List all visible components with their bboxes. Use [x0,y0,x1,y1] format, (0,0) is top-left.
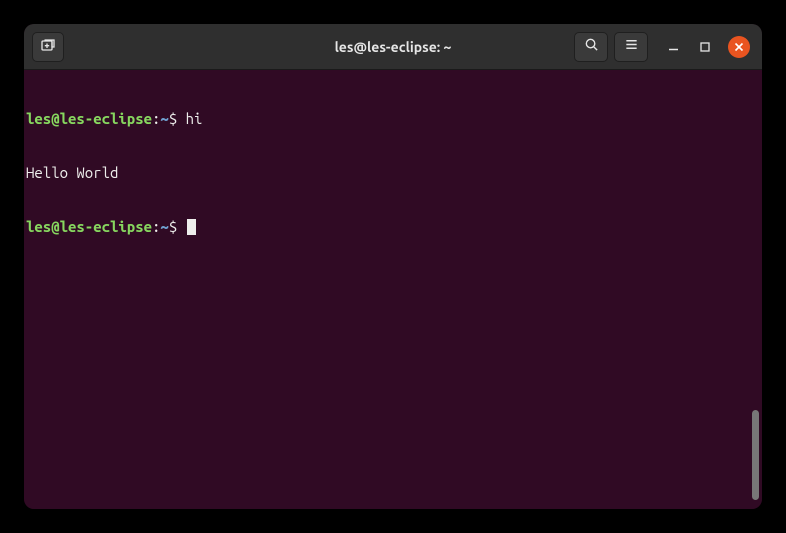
terminal-body[interactable]: les@les-eclipse:~$ hi Hello World les@le… [24,70,762,509]
new-tab-icon [40,37,56,57]
close-icon [734,38,744,56]
hamburger-icon [624,37,639,56]
window-title: les@les-eclipse: ~ [335,39,452,55]
prompt-user: les@les-eclipse [26,218,152,235]
cursor [187,219,196,235]
prompt-user: les@les-eclipse [26,110,152,127]
prompt-path: ~ [160,110,168,127]
prompt-dollar: $ [169,218,177,235]
minimize-icon [668,38,679,56]
new-tab-button[interactable] [32,32,64,62]
search-button[interactable] [574,32,608,62]
command-text [177,218,185,235]
minimize-button[interactable] [664,38,682,56]
maximize-button[interactable] [696,38,714,56]
terminal-line: les@les-eclipse:~$ hi [26,110,760,128]
terminal-window: les@les-eclipse: ~ [24,24,762,509]
prompt-dollar: $ [169,110,177,127]
terminal-line: les@les-eclipse:~$ [26,218,760,236]
titlebar: les@les-eclipse: ~ [24,24,762,70]
terminal-output: Hello World [26,164,760,182]
search-icon [584,37,599,56]
prompt-path: ~ [160,218,168,235]
close-button[interactable] [728,36,750,58]
scrollbar-thumb[interactable] [752,410,759,500]
command-text: hi [177,110,202,127]
menu-button[interactable] [614,32,648,62]
maximize-icon [700,38,710,56]
